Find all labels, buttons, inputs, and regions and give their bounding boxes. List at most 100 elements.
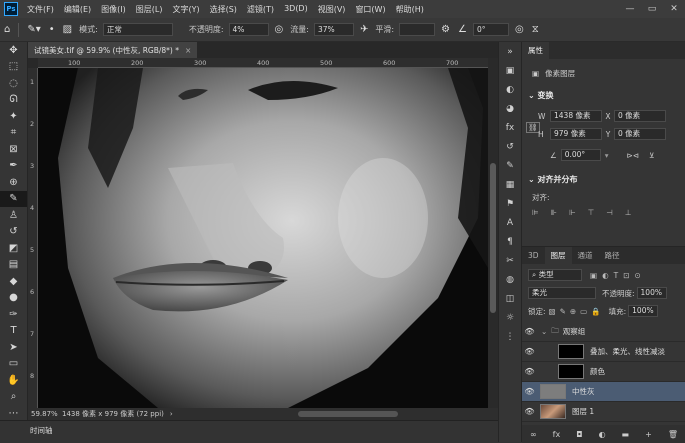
eyedropper-icon[interactable]: ✒ [0, 158, 27, 175]
layer-opacity-field[interactable]: 100% [636, 287, 667, 299]
layer-row-selected[interactable]: 👁 中性灰 [522, 382, 685, 402]
move-tool-icon[interactable]: ✥ [0, 42, 27, 59]
tab-properties[interactable]: 属性 [522, 42, 549, 59]
width-field[interactable]: 1438 像素 [550, 110, 602, 122]
document-tab[interactable]: 试镜美女.tif @ 59.9% (中性灰, RGB/8*) * × [28, 42, 198, 58]
home-icon[interactable]: ⌂ [4, 24, 10, 35]
vertical-scrollbar[interactable] [488, 58, 498, 408]
shape-tool-icon[interactable]: ▭ [0, 356, 27, 373]
airbrush-icon[interactable]: ✈ [360, 24, 368, 35]
lock-icons[interactable]: ▧✎⊕▭🔒 [549, 307, 605, 316]
align-right-icon[interactable]: ⊩ [569, 208, 576, 217]
filter-icons[interactable]: ▣◐T⊡⊙ [590, 271, 646, 280]
blur-tool-icon[interactable]: ◆ [0, 273, 27, 290]
menu-item[interactable]: 文字(Y) [167, 4, 204, 15]
brush-settings-icon[interactable]: ▨ [63, 24, 72, 35]
fill-field[interactable]: 100% [628, 305, 659, 317]
close-window-icon[interactable]: ✕ [663, 4, 685, 14]
align-vcenter-icon[interactable]: ⊣ [606, 208, 613, 217]
menu-item[interactable]: 3D(D) [279, 4, 313, 15]
adjustments-icon[interactable]: ◐ [499, 80, 521, 99]
glyphs-icon[interactable]: ◫ [499, 289, 521, 308]
transform-section-title[interactable]: ⌄ 变换 [528, 90, 554, 101]
color-panel-icon[interactable]: ◕ [499, 99, 521, 118]
fx-icon[interactable]: fx [499, 118, 521, 137]
brush-tool-icon[interactable]: ✎ [0, 190, 27, 207]
crop-tool-icon[interactable]: ⌗ [0, 125, 27, 142]
symmetry-icon[interactable]: ⧖ [532, 24, 539, 35]
layer-row[interactable]: 👁 颜色 [522, 362, 685, 382]
tab-channels[interactable]: 通道 [572, 247, 599, 264]
visibility-eye-icon[interactable]: 👁 [522, 347, 537, 356]
flow-field[interactable]: 37% [313, 23, 354, 36]
align-left-icon[interactable]: ⊫ [532, 208, 539, 217]
pen-tool-icon[interactable]: ✑ [0, 306, 27, 323]
libraries-icon[interactable]: ⚑ [499, 194, 521, 213]
layer-row[interactable]: 👁 图层 1 [522, 402, 685, 422]
align-section-title[interactable]: ⌄ 对齐并分布 [528, 174, 578, 185]
panel-expand-icon[interactable]: » [499, 42, 521, 61]
tab-layers[interactable]: 图层 [544, 247, 572, 264]
zoom-tool-icon[interactable]: ⌕ [0, 389, 27, 406]
mode-select[interactable]: 正常 [102, 23, 173, 36]
height-field[interactable]: 979 像素 [550, 128, 602, 140]
align-bottom-icon[interactable]: ⊥ [625, 208, 632, 217]
flip-vertical-icon[interactable]: ⊻ [649, 151, 655, 160]
close-tab-icon[interactable]: × [185, 46, 191, 55]
path-select-icon[interactable]: ➤ [0, 339, 27, 356]
menu-item[interactable]: 图像(I) [96, 4, 131, 15]
group-icon[interactable]: ▬ [622, 430, 630, 439]
menu-item[interactable]: 选择(S) [205, 4, 242, 15]
frame-tool-icon[interactable]: ⊠ [0, 141, 27, 158]
layer-row[interactable]: 👁 叠加、柔光、线性减淡 [522, 342, 685, 362]
artboard-tool-icon[interactable]: ⬚ [0, 59, 27, 76]
image-canvas[interactable] [38, 68, 488, 408]
scroll-thumb[interactable] [490, 163, 496, 313]
paragraph-icon[interactable]: ¶ [499, 232, 521, 251]
link-layers-icon[interactable]: ∞ [530, 430, 537, 439]
angle-field[interactable]: 0.00° [560, 149, 601, 161]
visibility-eye-icon[interactable]: 👁 [522, 367, 537, 376]
layer-filter-select[interactable]: ⌕ 类型 [528, 269, 582, 281]
y-field[interactable]: 0 像素 [614, 128, 666, 140]
more-panels-icon[interactable]: ⋮ [499, 327, 521, 346]
tools-settings-icon[interactable]: ✂ [499, 251, 521, 270]
gradient-tool-icon[interactable]: ▤ [0, 257, 27, 274]
x-field[interactable]: 0 像素 [614, 110, 666, 122]
opacity-field[interactable]: 4% [228, 23, 269, 36]
dodge-tool-icon[interactable]: ● [0, 290, 27, 307]
compass-icon[interactable]: ◍ [499, 270, 521, 289]
sun-icon[interactable]: ☼ [499, 308, 521, 327]
timeline-tab[interactable]: 时间轴 [30, 425, 53, 436]
blend-mode-select[interactable]: 柔光 [528, 287, 596, 299]
marquee-tool-icon[interactable]: ◌ [0, 75, 27, 92]
clone-stamp-icon[interactable]: ♙ [0, 207, 27, 224]
brush-angle-field[interactable]: 0° [473, 23, 509, 36]
smooth-field[interactable] [399, 23, 436, 36]
hand-tool-icon[interactable]: ✋ [0, 372, 27, 389]
menu-item[interactable]: 帮助(H) [391, 4, 429, 15]
properties-panel-icon[interactable]: ▣ [499, 61, 521, 80]
align-hcenter-icon[interactable]: ⊪ [551, 208, 558, 217]
adjustment-layer-icon[interactable]: ◐ [599, 430, 606, 439]
visibility-eye-icon[interactable]: 👁 [522, 407, 537, 416]
minimize-icon[interactable]: — [619, 4, 641, 14]
add-mask-icon[interactable]: ◘ [576, 430, 582, 439]
smooth-settings-icon[interactable]: ⚙ [441, 24, 450, 35]
maximize-icon[interactable]: ▭ [641, 4, 663, 14]
flip-horizontal-icon[interactable]: ⊳⊲ [627, 151, 640, 160]
tab-3d[interactable]: 3D [522, 247, 545, 264]
layer-group-row[interactable]: 👁 ⌄ 🗀 观察组 [522, 322, 685, 342]
channels-icon[interactable]: A [499, 213, 521, 232]
pressure-opacity-icon[interactable]: ◎ [275, 24, 284, 35]
align-top-icon[interactable]: ⊤ [588, 208, 595, 217]
pressure-size-icon[interactable]: ◎ [515, 24, 524, 35]
fx-icon[interactable]: fx [553, 430, 561, 439]
lasso-tool-icon[interactable]: ᘏ [0, 92, 27, 109]
menu-item[interactable]: 文件(F) [22, 4, 59, 15]
history-icon[interactable]: ↺ [499, 137, 521, 156]
magic-wand-icon[interactable]: ✦ [0, 108, 27, 125]
menu-item[interactable]: 图层(L) [131, 4, 168, 15]
status-menu-arrow[interactable]: › [170, 410, 173, 418]
history-brush-icon[interactable]: ↺ [0, 224, 27, 241]
